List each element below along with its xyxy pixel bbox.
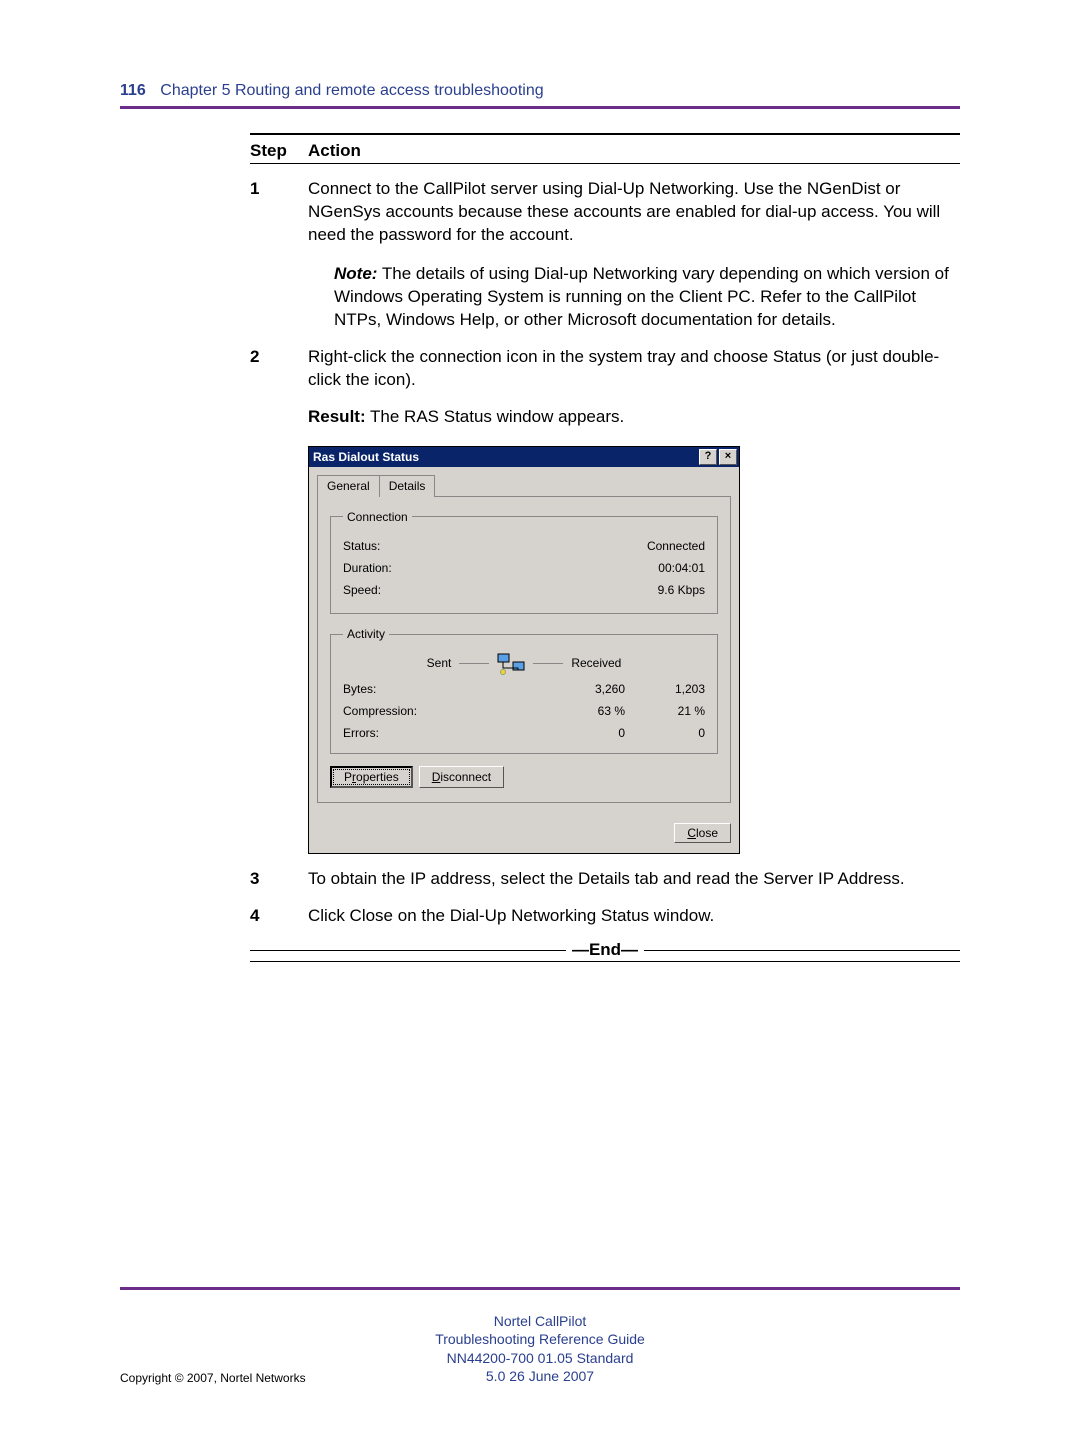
step-1-text: Connect to the CallPilot server using Di… (308, 178, 960, 247)
page-number: 116 (120, 82, 146, 99)
copyright: Copyright © 2007, Nortel Networks (120, 1371, 306, 1385)
tab-general[interactable]: General (317, 475, 380, 496)
activity-group: Activity Sent (330, 626, 718, 754)
tab-details[interactable]: Details (379, 475, 436, 496)
network-icon (497, 653, 525, 675)
errors-received: 0 (625, 725, 705, 741)
speed-value: 9.6 Kbps (658, 582, 705, 598)
bytes-sent: 3,260 (545, 681, 625, 697)
properties-button[interactable]: Properties (330, 766, 413, 788)
compression-label: Compression: (343, 703, 545, 719)
end-label: —End— (566, 940, 644, 960)
bytes-label: Bytes: (343, 681, 545, 697)
result-label: Result: (308, 407, 366, 426)
status-value: Connected (647, 538, 705, 554)
footer-rule (120, 1287, 960, 1290)
dash-left (459, 663, 489, 664)
step-2-text: Right-click the connection icon in the s… (308, 346, 960, 392)
step-1: 1 Connect to the CallPilot server using … (250, 178, 960, 332)
connection-group: Connection Status: Connected Duration: 00:… (330, 509, 718, 615)
dash-right (533, 663, 563, 664)
step-4-text: Click Close on the Dial-Up Networking St… (308, 905, 960, 928)
col-step: Step (250, 141, 308, 161)
step-2-num: 2 (250, 346, 308, 855)
body-content: Step Action 1 Connect to the CallPilot s… (250, 133, 960, 962)
errors-sent: 0 (545, 725, 625, 741)
sent-header: Sent (427, 655, 452, 671)
dialog-title: Ras Dialout Status (313, 449, 699, 465)
step-1-num: 1 (250, 178, 308, 332)
end-rule: —End— (250, 950, 960, 951)
disconnect-button[interactable]: Disconnect (419, 766, 504, 788)
activity-legend: Activity (343, 626, 389, 642)
errors-label: Errors: (343, 725, 545, 741)
compression-sent: 63 % (545, 703, 625, 719)
bytes-received: 1,203 (625, 681, 705, 697)
tab-panel-general: Connection Status: Connected Duration: 00:… (317, 496, 731, 804)
header-rule (120, 106, 960, 109)
step-3: 3 To obtain the IP address, select the D… (250, 868, 960, 891)
step-4: 4 Click Close on the Dial-Up Networking … (250, 905, 960, 928)
running-header: 116 Chapter 5 Routing and remote access … (120, 82, 960, 100)
step-2: 2 Right-click the connection icon in the… (250, 346, 960, 855)
tab-strip: General Details (317, 475, 731, 496)
dialog-titlebar[interactable]: Ras Dialout Status ? × (309, 447, 739, 467)
col-action: Action (308, 141, 361, 161)
step-3-text: To obtain the IP address, select the Det… (308, 868, 960, 891)
received-header: Received (571, 655, 621, 671)
chapter-title: Chapter 5 Routing and remote access trou… (160, 82, 543, 99)
step-table-header: Step Action (250, 137, 960, 164)
duration-value: 00:04:01 (658, 560, 705, 576)
duration-label: Duration: (343, 560, 392, 576)
step-1-note: Note: The details of using Dial-up Netwo… (334, 263, 960, 332)
step-3-num: 3 (250, 868, 308, 891)
status-label: Status: (343, 538, 380, 554)
end-rule-2 (250, 961, 960, 962)
close-button[interactable]: Close (674, 823, 731, 843)
step-4-num: 4 (250, 905, 308, 928)
connection-legend: Connection (343, 509, 412, 525)
close-icon[interactable]: × (719, 449, 737, 465)
ras-status-dialog: Ras Dialout Status ? × General Details (308, 446, 740, 854)
help-icon[interactable]: ? (699, 449, 717, 465)
footer-line-2: Troubleshooting Reference Guide (120, 1330, 960, 1348)
step-2-result: Result: The RAS Status window appears. (308, 406, 960, 429)
speed-label: Speed: (343, 582, 381, 598)
note-label: Note: (334, 264, 377, 283)
footer-line-3: NN44200-700 01.05 Standard (120, 1349, 960, 1367)
compression-received: 21 % (625, 703, 705, 719)
step-table-top-rule (250, 133, 960, 135)
footer-line-1: Nortel CallPilot (120, 1312, 960, 1330)
note-text: The details of using Dial-up Networking … (334, 264, 949, 329)
result-text: The RAS Status window appears. (366, 407, 625, 426)
